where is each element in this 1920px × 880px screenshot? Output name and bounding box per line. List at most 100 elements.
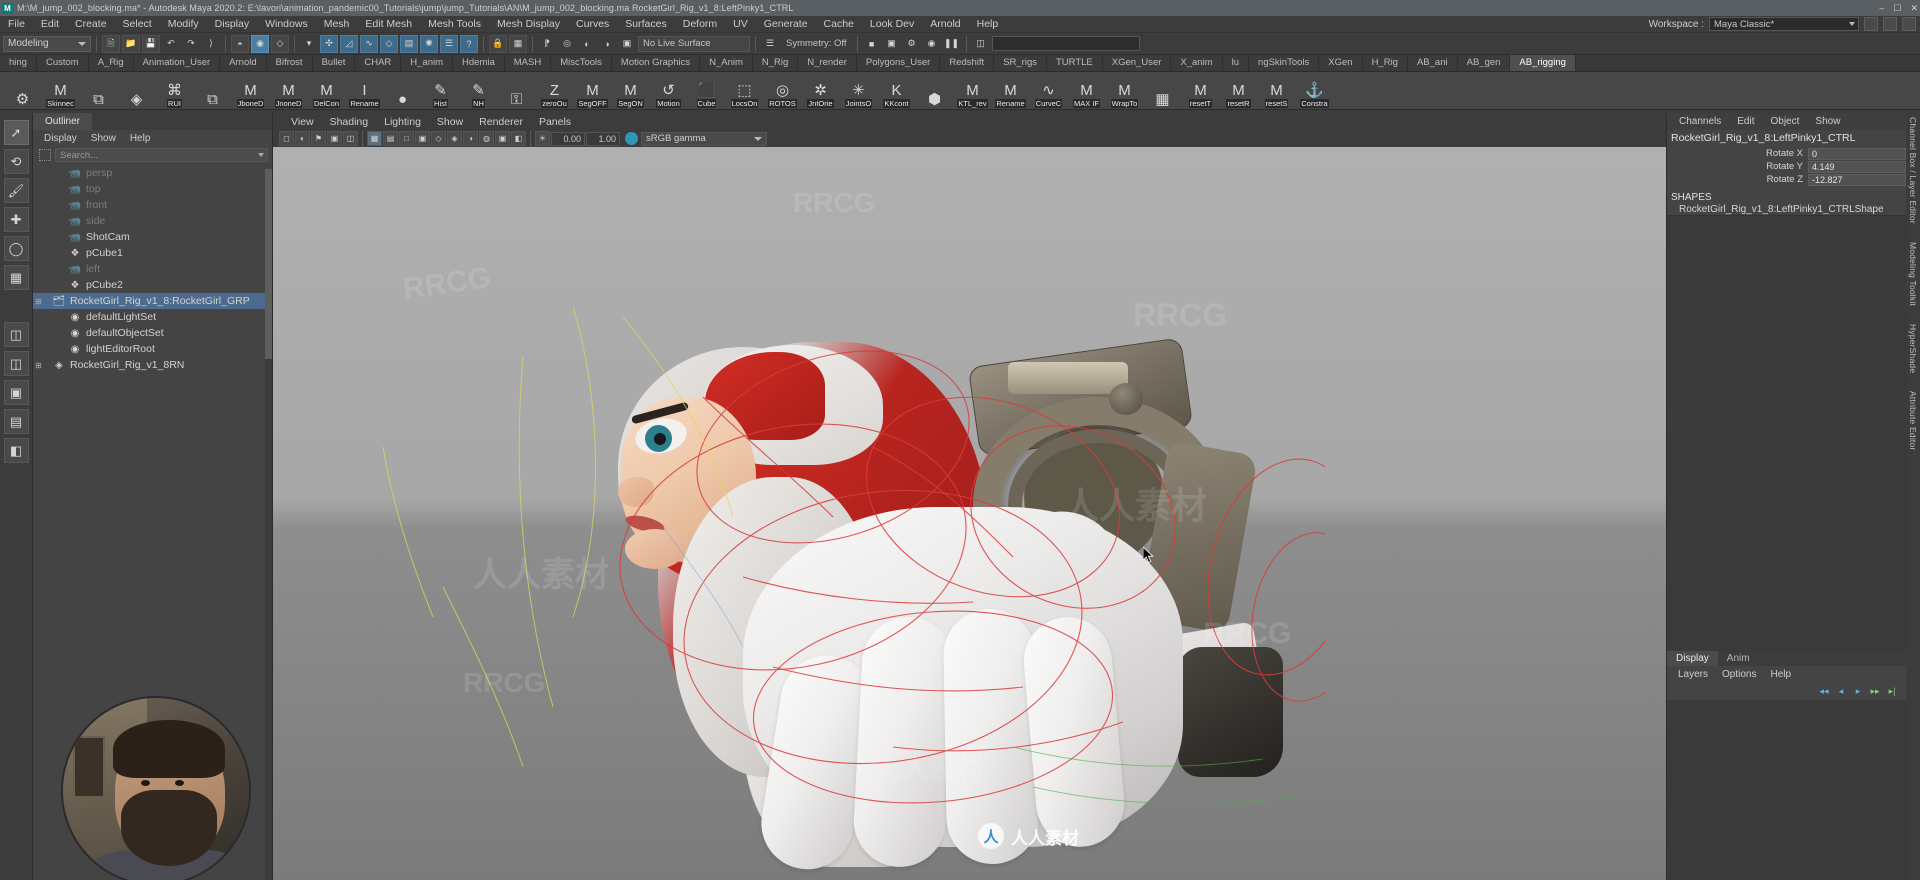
workspace-reset-icon[interactable] [1902, 17, 1916, 31]
scale-tool-icon[interactable]: ▦ [3, 265, 29, 290]
symmetry-icon[interactable]: ☰ [761, 35, 779, 53]
lasso-tool-icon[interactable]: ⟲ [3, 149, 29, 174]
ao-icon[interactable]: ◍ [479, 131, 494, 146]
tab-anim[interactable]: Anim [1717, 651, 1759, 666]
shelf-button-segon[interactable]: M SegON [612, 74, 649, 108]
scrollbar-thumb[interactable] [265, 169, 272, 359]
dynamic-mask-icon[interactable]: ☰ [440, 34, 458, 53]
shelf-button-jnoned[interactable]: M JnoneD [270, 74, 307, 108]
curve-mask-icon[interactable]: ∿ [360, 34, 378, 53]
shelf-button-resett[interactable]: MresetT [1182, 74, 1219, 108]
viewport-menu-show[interactable]: Show [429, 116, 471, 128]
exposure-value[interactable]: 0.00 [551, 131, 585, 146]
layout-single-pane-icon[interactable]: ◫ [3, 322, 29, 347]
shelf-button-hist[interactable]: ✎ Hist [422, 74, 459, 108]
shelf-tab-arnold[interactable]: Arnold [220, 55, 267, 71]
outliner-item-defaultlightset[interactable]: ◉ defaultLightSet [33, 309, 272, 325]
color-space-dropdown[interactable]: sRGB gamma [641, 131, 767, 146]
outliner-item-front[interactable]: 📹 front [33, 197, 272, 213]
workspace-dropdown[interactable]: Maya Classic* [1709, 17, 1859, 31]
exposure-icon[interactable]: ☀ [535, 131, 550, 146]
outliner-item-rocketgirl-rig-v1-8rn[interactable]: ⊞ ◈ RocketGirl_Rig_v1_8RN [33, 357, 272, 373]
shelf-tab-turtle[interactable]: TURTLE [1046, 55, 1103, 71]
shelf-tab-bullet[interactable]: Bullet [312, 55, 356, 71]
shelf-button-jboned[interactable]: M JboneD [232, 74, 269, 108]
shelf-button-rui[interactable]: ⌘ RUI [156, 74, 193, 108]
shelf-button-nh[interactable]: ✎ NH [460, 74, 497, 108]
menu-modify[interactable]: Modify [160, 16, 207, 33]
select-by-object-icon[interactable]: ◉ [251, 34, 269, 53]
close-button[interactable]: ✕ [1910, 3, 1918, 14]
menu-mesh-display[interactable]: Mesh Display [489, 16, 568, 33]
shelf-tab-motion-graphics[interactable]: Motion Graphics [611, 55, 701, 71]
shelf-tab-lu[interactable]: lu [1222, 55, 1250, 71]
undo-icon[interactable]: ↶ [162, 35, 180, 53]
shelf-button-max-if[interactable]: M MAX IF [1068, 74, 1105, 108]
select-tool-icon[interactable]: ➚ [3, 120, 29, 145]
shelf-tab-n_render[interactable]: N_render [798, 55, 857, 71]
layer-list-empty[interactable] [1667, 700, 1906, 880]
minimize-button[interactable]: – [1879, 3, 1884, 13]
rotate-tool-icon[interactable]: ◯ [3, 236, 29, 261]
rendering-mask-icon[interactable]: ? [460, 34, 478, 53]
shelf-button-resets[interactable]: MresetS [1258, 74, 1295, 108]
shelf-button-constra[interactable]: ⚓ Constra [1296, 74, 1333, 108]
shelf-button-jntorie[interactable]: ✲ JntOrie [802, 74, 839, 108]
layer-next-icon[interactable]: ▸ [1852, 685, 1864, 697]
surface-mask-icon[interactable]: ◇ [380, 34, 398, 53]
layer-prev-icon[interactable]: ◂ [1835, 685, 1847, 697]
shelf-tab-custom[interactable]: Custom [36, 55, 89, 71]
layer-new-from-selected-icon[interactable]: ▸| [1886, 685, 1898, 697]
shelf-button-resetr[interactable]: MresetR [1220, 74, 1257, 108]
overflow-icon[interactable]: ⟩ [202, 35, 220, 53]
snap-point-icon[interactable]: ◎ [558, 35, 576, 53]
channel-row-rotate-z[interactable]: Rotate Z -12.827 [1667, 173, 1906, 186]
channel-value[interactable]: 0 [1808, 147, 1906, 160]
rtab-modeling-toolkit[interactable]: Modeling Toolkit [1908, 242, 1918, 306]
outliner-item-rocketgirl-rig-v1-8-rocketgirl-grp[interactable]: ⊞ 🗂 RocketGirl_Rig_v1_8:RocketGirl_GRP [33, 293, 272, 309]
menu-mesh[interactable]: Mesh [316, 16, 358, 33]
shelf-button-locson[interactable]: ⬚ LocsOn [726, 74, 763, 108]
redo-icon[interactable]: ↷ [182, 35, 200, 53]
channel-box-shape-name[interactable]: RocketGirl_Rig_v1_8:LeftPinky1_CTRLShape [1667, 204, 1906, 215]
viewport-menu-panels[interactable]: Panels [531, 116, 579, 128]
menu-edit-mesh[interactable]: Edit Mesh [357, 16, 420, 33]
shelf-tab-hdemia[interactable]: Hdemia [453, 55, 505, 71]
outliner-search-input[interactable]: Search... [55, 148, 268, 162]
resolution-gate-icon[interactable]: □ [399, 131, 414, 146]
menu-arnold[interactable]: Arnold [922, 16, 968, 33]
shelf-button-cube[interactable]: ⬛ Cube [688, 74, 725, 108]
shelf-button-icon-13[interactable]: ⚿ [498, 74, 535, 108]
xray-joints-icon[interactable]: ◈ [447, 131, 462, 146]
channelbox-menu-object[interactable]: Object [1763, 116, 1808, 127]
rtab-attribute-editor[interactable]: Attribute Editor [1908, 391, 1918, 450]
new-scene-icon[interactable]: 🗎 [102, 34, 120, 53]
poly-mask-icon[interactable]: ▤ [400, 34, 418, 53]
shelf-button-icon-30[interactable]: ▦ [1144, 74, 1181, 108]
outliner-menu-display[interactable]: Display [37, 133, 84, 144]
shelf-tab-bifrost[interactable]: Bifrost [266, 55, 313, 71]
shelf-tab-a_rig[interactable]: A_Rig [88, 55, 134, 71]
menu-display[interactable]: Display [207, 16, 257, 33]
shelf-button-rename[interactable]: I Rename [346, 74, 383, 108]
maximize-button[interactable]: ☐ [1893, 3, 1901, 14]
gamma-value[interactable]: 1.00 [586, 131, 620, 146]
outliner-menu-help[interactable]: Help [123, 133, 158, 144]
outliner-item-side[interactable]: 📹 side [33, 213, 272, 229]
snap-grid-icon[interactable]: ▦ [509, 34, 527, 53]
shelf-tab-hing[interactable]: hing [0, 55, 37, 71]
toggle-editors-icon[interactable]: ◫ [972, 35, 990, 53]
outliner-menu-show[interactable]: Show [84, 133, 123, 144]
xray-icon[interactable]: ◇ [431, 131, 446, 146]
shelf-tab-ab_rigging[interactable]: AB_rigging [1510, 55, 1576, 71]
shelf-button-kkcont[interactable]: K KKcont [878, 74, 915, 108]
shelf-button-rename[interactable]: M Rename [992, 74, 1029, 108]
menu-surfaces[interactable]: Surfaces [617, 16, 674, 33]
channelbox-menu-edit[interactable]: Edit [1729, 116, 1762, 127]
chevron-down-icon[interactable]: ▾ [300, 35, 318, 53]
channel-row-rotate-x[interactable]: Rotate X 0 [1667, 147, 1906, 160]
select-camera-icon[interactable]: ◻ [279, 131, 294, 146]
layer-new-icon[interactable]: ▸▸ [1869, 685, 1881, 697]
paint-select-tool-icon[interactable]: 🖌 [3, 178, 29, 203]
render-view-icon[interactable]: ■ [863, 35, 881, 53]
